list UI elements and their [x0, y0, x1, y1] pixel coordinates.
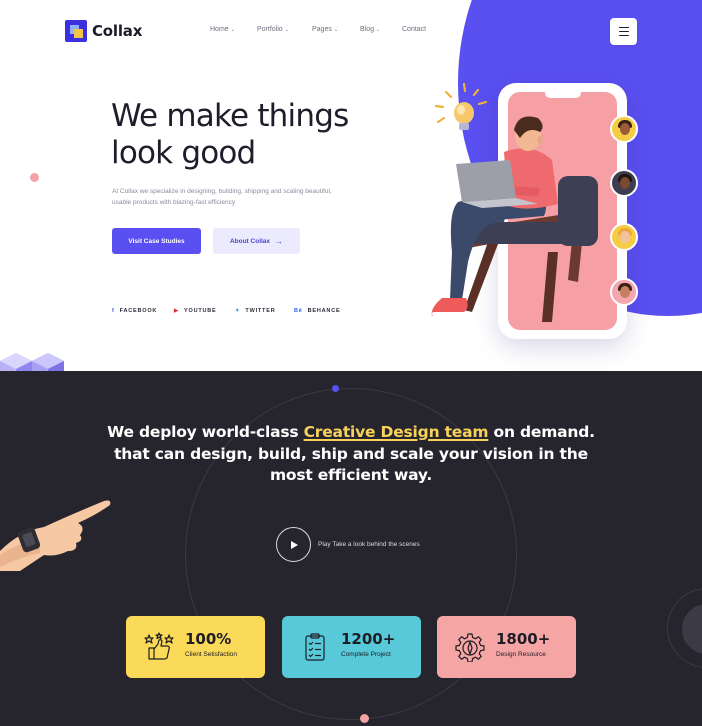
stat-card-design-resource: 1800+ Design Resource [437, 616, 576, 678]
stat-value: 1800+ [496, 630, 551, 648]
logo-icon [65, 20, 87, 42]
visit-case-studies-button[interactable]: Visit Case Studies [112, 228, 201, 254]
chevron-down-icon: ⌄ [376, 26, 381, 33]
showcase-section: We deploy world-class Creative Design te… [0, 371, 702, 726]
avatar [610, 223, 638, 251]
social-link-twitter[interactable]: ✦ TWITTER [235, 308, 275, 314]
nav-item-contact[interactable]: Contact [402, 26, 426, 33]
hero-section: Collax Home ⌄ Portfolio ⌄ Pages ⌄ Blog ⌄… [0, 0, 702, 371]
nav-item-label: Blog [360, 26, 375, 33]
stat-value: 1200+ [341, 630, 396, 648]
avatar [610, 169, 638, 197]
play-video-label[interactable]: Play Take a look behind the scenes [318, 541, 420, 548]
chevron-down-icon: ⌄ [230, 26, 235, 33]
avatar [610, 115, 638, 143]
twitter-icon: ✦ [235, 308, 241, 314]
thumbs-up-stars-icon [144, 632, 174, 660]
stat-label: Client Setisfaction [185, 651, 238, 658]
behance-icon: Bē [294, 308, 303, 314]
social-link-behance[interactable]: Bē BEHANCE [294, 308, 340, 314]
decorative-cubes [0, 353, 64, 371]
hamburger-menu-button[interactable] [610, 18, 637, 45]
decorative-dot [360, 714, 369, 723]
chevron-down-icon: ⌄ [284, 26, 289, 33]
avatar [610, 278, 638, 306]
nav-item-label: Pages [312, 26, 332, 33]
play-icon [291, 540, 298, 549]
hero-title: We make things look good [111, 98, 349, 171]
gear-pen-icon [455, 633, 485, 662]
arrow-right-icon: → [275, 236, 284, 246]
stat-card-client-satisfaction: 100% Client Setisfaction [126, 616, 265, 678]
nav-item-label: Home [210, 26, 229, 33]
stat-label: Design Resource [496, 651, 546, 658]
facebook-icon: f [112, 308, 115, 314]
brand-logo[interactable]: Collax [65, 20, 142, 42]
social-link-youtube[interactable]: ▶ YOUTUBE [174, 308, 217, 314]
nav-item-pages[interactable]: Pages ⌄ [312, 26, 338, 33]
hero-subtitle: At Collax we specialize in designing, bu… [112, 188, 332, 206]
showcase-headline: We deploy world-class Creative Design te… [107, 423, 595, 484]
stat-value: 100% [185, 630, 232, 648]
nav-item-portfolio[interactable]: Portfolio ⌄ [257, 26, 289, 33]
site-header: Collax Home ⌄ Portfolio ⌄ Pages ⌄ Blog ⌄… [0, 0, 702, 62]
decorative-dot [30, 173, 39, 182]
nav-item-label: Contact [402, 26, 427, 33]
youtube-icon: ▶ [174, 308, 180, 314]
social-link-facebook[interactable]: f FACEBOOK [112, 308, 157, 314]
stat-label: Complete Project [341, 651, 391, 658]
stat-card-complete-project: 1200+ Complete Project [282, 616, 421, 678]
nav-item-label: Portfolio [257, 26, 283, 33]
about-collax-label: About Collax [229, 237, 271, 245]
decorative-dot [332, 385, 339, 392]
brand-name: Collax [92, 22, 143, 40]
nav-item-blog[interactable]: Blog ⌄ [360, 26, 380, 33]
about-collax-button[interactable]: About Collax → [213, 228, 300, 254]
pointing-hand-illustration [0, 500, 111, 571]
person-with-laptop-illustration [431, 116, 598, 322]
hamburger-icon [618, 26, 629, 29]
chevron-down-icon: ⌄ [333, 26, 339, 33]
clipboard-checklist-icon [305, 633, 325, 661]
headline-highlight: Creative Design team [303, 423, 489, 441]
play-video-button[interactable] [276, 527, 311, 562]
nav-item-home[interactable]: Home ⌄ [210, 26, 235, 33]
